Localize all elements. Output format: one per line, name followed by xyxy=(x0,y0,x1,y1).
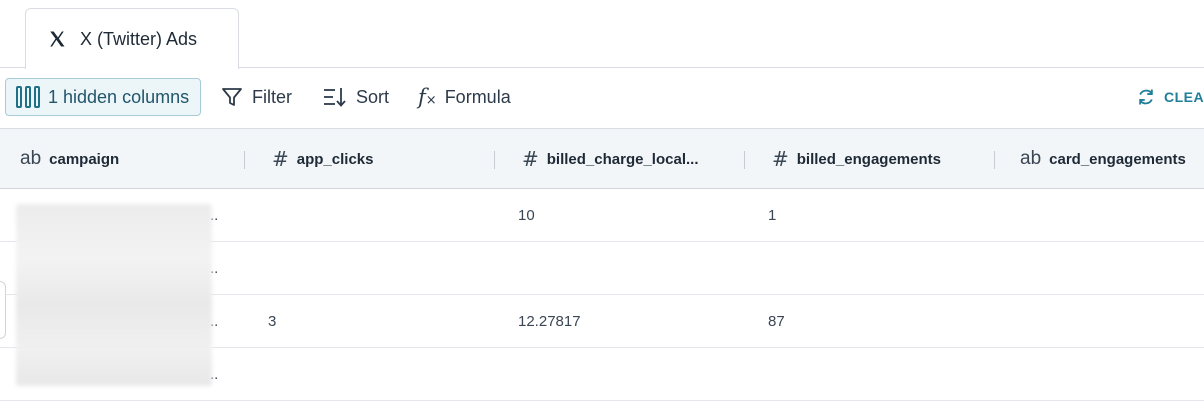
column-name: billed_charge_local... xyxy=(546,150,699,168)
column-resize-handle[interactable] xyxy=(744,151,745,169)
tab-label: X (Twitter) Ads xyxy=(80,28,198,49)
text-type-icon: ab xyxy=(1020,148,1042,169)
refresh-icon xyxy=(1139,89,1153,105)
table-header: ab campaign # app_clicks # billed_charge… xyxy=(0,128,1204,189)
cell-app-clicks[interactable]: 3 xyxy=(268,295,276,347)
column-header-billed-charge-local[interactable]: # billed_charge_local... xyxy=(522,129,699,189)
filter-icon xyxy=(222,88,242,106)
column-name: billed_engagements xyxy=(796,150,941,168)
formula-button[interactable]: f× Formula xyxy=(418,78,511,116)
toolbar: 1 hidden columns Filter Sort f× Formula … xyxy=(0,68,1204,128)
number-type-icon: # xyxy=(522,147,539,171)
column-resize-handle[interactable] xyxy=(994,151,995,169)
clear-button[interactable]: CLEAR xyxy=(1136,78,1204,116)
hidden-columns-label: 1 hidden columns xyxy=(48,86,190,107)
column-name: card_engagements xyxy=(1049,150,1186,168)
clear-label: CLEAR xyxy=(1164,89,1204,105)
column-name: campaign xyxy=(49,150,120,168)
formula-icon: f× xyxy=(418,85,437,109)
row-drag-handle[interactable] xyxy=(0,281,6,339)
x-logo-icon xyxy=(50,31,65,47)
redacted-campaign-names xyxy=(16,204,212,386)
sort-icon xyxy=(324,88,346,107)
hidden-columns-button[interactable]: 1 hidden columns xyxy=(5,78,201,116)
formula-label: Formula xyxy=(444,86,511,107)
column-resize-handle[interactable] xyxy=(244,151,245,169)
tab-bar: X (Twitter) Ads xyxy=(0,0,1204,69)
tab-x-twitter-ads[interactable]: X (Twitter) Ads xyxy=(25,8,239,69)
number-type-icon: # xyxy=(272,147,289,171)
cell-billed-engagements[interactable]: 1 xyxy=(768,189,776,241)
column-name: app_clicks xyxy=(296,150,374,168)
column-header-billed-engagements[interactable]: # billed_engagements xyxy=(772,129,941,189)
text-type-icon: ab xyxy=(20,148,42,169)
sort-button[interactable]: Sort xyxy=(322,78,389,116)
sort-label: Sort xyxy=(356,86,390,107)
column-header-app-clicks[interactable]: # app_clicks xyxy=(272,129,373,189)
cell-billed-charge-local[interactable]: 12.27817 xyxy=(518,295,581,347)
cell-billed-engagements[interactable]: 87 xyxy=(768,295,785,347)
filter-button[interactable]: Filter xyxy=(220,78,292,116)
column-resize-handle[interactable] xyxy=(494,151,495,169)
filter-label: Filter xyxy=(252,86,292,107)
columns-icon xyxy=(16,86,40,108)
column-header-campaign[interactable]: ab campaign xyxy=(20,129,119,189)
column-header-card-engagements[interactable]: ab card_engagements xyxy=(1020,129,1186,189)
number-type-icon: # xyxy=(772,147,789,171)
cell-billed-charge-local[interactable]: 10 xyxy=(518,189,535,241)
